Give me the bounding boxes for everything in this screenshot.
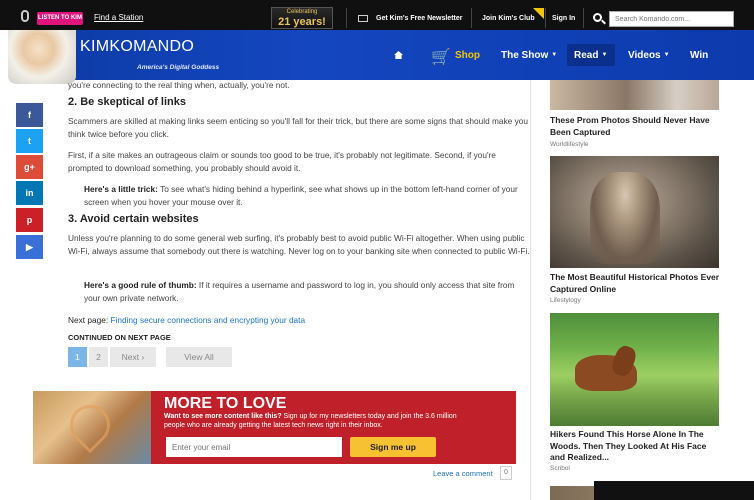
pager-page-1[interactable]: 1 xyxy=(68,347,87,367)
pinterest-share-button[interactable]: p xyxy=(16,208,43,232)
chevron-down-icon: ▼ xyxy=(551,52,558,59)
sidebar-item-title[interactable]: The Most Beautiful Historical Photos Eve… xyxy=(550,272,720,295)
sidebar-item-source: Scribol xyxy=(550,465,570,472)
tip-label: Here's a good rule of thumb: xyxy=(84,280,197,290)
pager-view-all-button[interactable]: View All xyxy=(166,347,232,367)
find-a-station-link[interactable]: Find a Station xyxy=(94,13,143,22)
intro-paragraph-tail: you're connecting to the real thing when… xyxy=(68,80,290,90)
sign-in-link[interactable]: Sign In xyxy=(552,15,575,22)
pager-page-2[interactable]: 2 xyxy=(89,347,108,367)
continued-label: CONTINUED ON NEXT PAGE xyxy=(68,333,171,342)
pager-next-button[interactable]: Next › xyxy=(110,347,156,367)
nav-videos[interactable]: Videos ▼ xyxy=(628,50,670,61)
nav-the-show[interactable]: The Show ▼ xyxy=(501,50,557,61)
chevron-right-icon: › xyxy=(141,352,145,362)
next-page-label: Next page: xyxy=(68,315,109,325)
sidebar-item-source: Lifestylogy xyxy=(550,297,581,304)
years-text: 21 years! xyxy=(278,16,326,28)
next-page-line: Next page: Finding secure connections an… xyxy=(68,315,305,325)
shopping-cart-icon[interactable]: 🛒 xyxy=(431,47,451,67)
paragraph: First, if a site makes an outrageous cla… xyxy=(68,150,496,173)
tip-label: Here's a little trick: xyxy=(84,184,158,194)
photo-figure xyxy=(590,172,660,264)
sign-me-up-button[interactable]: Sign me up xyxy=(350,437,436,457)
googleplus-share-button[interactable]: g+ xyxy=(16,155,43,179)
sidebar-item-source: Worldlifestyle xyxy=(550,141,589,148)
comment-count-badge: 0 xyxy=(500,466,512,480)
section-heading-3: 3. Avoid certain websites xyxy=(68,213,199,225)
microphone-icon xyxy=(21,10,29,22)
search-icon[interactable] xyxy=(593,13,602,22)
paragraph: Unless you're planning to do some genera… xyxy=(68,233,530,256)
nav-read[interactable]: Read ▼ xyxy=(574,50,607,61)
join-club-link[interactable]: Join Kim's Club xyxy=(482,15,535,22)
twitter-share-button[interactable]: t xyxy=(16,129,43,153)
search-input[interactable] xyxy=(609,11,734,27)
tagline: America's Digital Goddess xyxy=(137,64,220,71)
leave-comment-link[interactable]: Leave a comment xyxy=(433,469,493,478)
newsletter-link[interactable]: Get Kim's Free Newsletter xyxy=(376,15,462,22)
divider xyxy=(545,8,546,28)
site-logo[interactable]: KIMKOMANDO xyxy=(80,38,194,56)
nav-videos-label: Videos xyxy=(628,50,661,61)
email-field[interactable] xyxy=(166,437,342,457)
nav-win[interactable]: Win xyxy=(690,50,708,61)
next-page-link[interactable]: Finding secure connections and encryptin… xyxy=(110,315,305,325)
nav-shop[interactable]: Shop xyxy=(455,50,480,61)
tip-paragraph: Here's a good rule of thumb: If it requi… xyxy=(84,279,524,305)
chevron-down-icon: ▼ xyxy=(663,52,670,59)
bottom-overlay xyxy=(594,481,754,500)
celebrating-text: Celebrating xyxy=(286,9,318,15)
logo-first: KIM xyxy=(80,38,110,55)
paragraph: Scammers are skilled at making links see… xyxy=(68,116,528,139)
divider xyxy=(346,8,347,28)
divider xyxy=(583,8,584,28)
sidebar-thumbnail-1[interactable] xyxy=(550,80,719,110)
column-divider xyxy=(530,80,531,500)
more-share-button[interactable]: ▶ xyxy=(16,235,43,259)
facebook-share-button[interactable]: f xyxy=(16,103,43,127)
tip-paragraph: Here's a little trick: To see what's hid… xyxy=(84,183,529,209)
chevron-down-icon: ▼ xyxy=(601,52,608,59)
banner-description: Want to see more content like this? Sign… xyxy=(164,412,464,430)
section-heading-2: 2. Be skeptical of links xyxy=(68,96,186,108)
sidebar-item-title[interactable]: Hikers Found This Horse Alone In The Woo… xyxy=(550,429,720,464)
divider xyxy=(471,8,472,28)
nav-read-label: Read xyxy=(574,50,599,61)
logo-last: KOMANDO xyxy=(109,38,195,55)
nav-the-show-label: The Show xyxy=(501,50,549,61)
celebrating-21-years-badge[interactable]: Celebrating 21 years! xyxy=(271,7,333,29)
pager-next-label: Next xyxy=(121,352,140,362)
sidebar-item-title[interactable]: These Prom Photos Should Never Have Been… xyxy=(550,115,720,138)
avatar xyxy=(8,30,76,84)
listen-to-kim-button[interactable]: LISTEN TO KIM xyxy=(37,12,83,25)
banner-title: MORE TO LOVE xyxy=(164,395,287,412)
mail-icon xyxy=(358,15,368,22)
banner-desc-bold: Want to see more content like this? xyxy=(164,413,282,420)
linkedin-share-button[interactable]: in xyxy=(16,181,43,205)
